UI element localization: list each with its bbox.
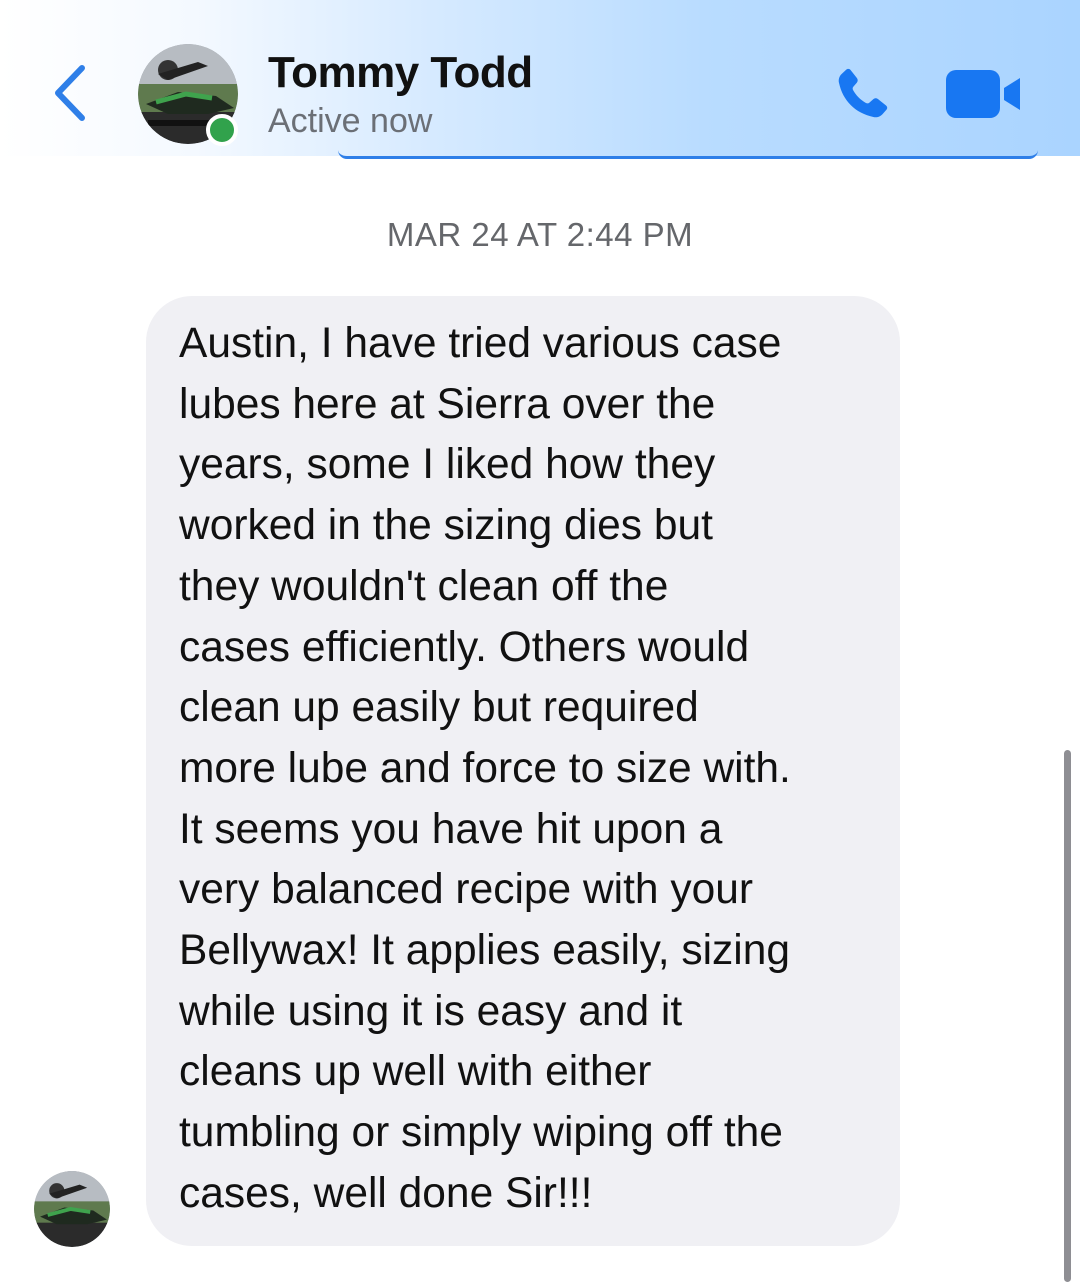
sender-avatar[interactable]: [34, 1171, 110, 1247]
sender-avatar-photo: [34, 1171, 110, 1247]
header-divider: [338, 150, 1038, 159]
active-status-text: Active now: [268, 102, 433, 140]
phone-icon: [838, 68, 888, 118]
message-timestamp: MAR 24 AT 2:44 PM: [386, 216, 694, 253]
back-button[interactable]: [40, 58, 100, 128]
contact-avatar[interactable]: [138, 44, 238, 146]
vertical-scrollbar[interactable]: [1064, 750, 1071, 1282]
audio-call-button[interactable]: [826, 62, 896, 128]
message-text: Austin, I have tried various case lubes …: [179, 320, 791, 1217]
conversation-header: Tommy Todd Active now: [0, 0, 1080, 159]
incoming-message-bubble[interactable]: Austin, I have tried various case lubes …: [146, 296, 900, 1246]
chevron-left-icon: [55, 65, 85, 121]
contact-name[interactable]: Tommy Todd: [268, 48, 533, 98]
video-call-button[interactable]: [944, 68, 1024, 120]
video-camera-icon: [946, 70, 1020, 118]
messenger-chat-screen: Tommy Todd Active now MAR 24 AT 2:44 PM …: [0, 0, 1080, 1282]
online-status-dot: [206, 114, 238, 146]
